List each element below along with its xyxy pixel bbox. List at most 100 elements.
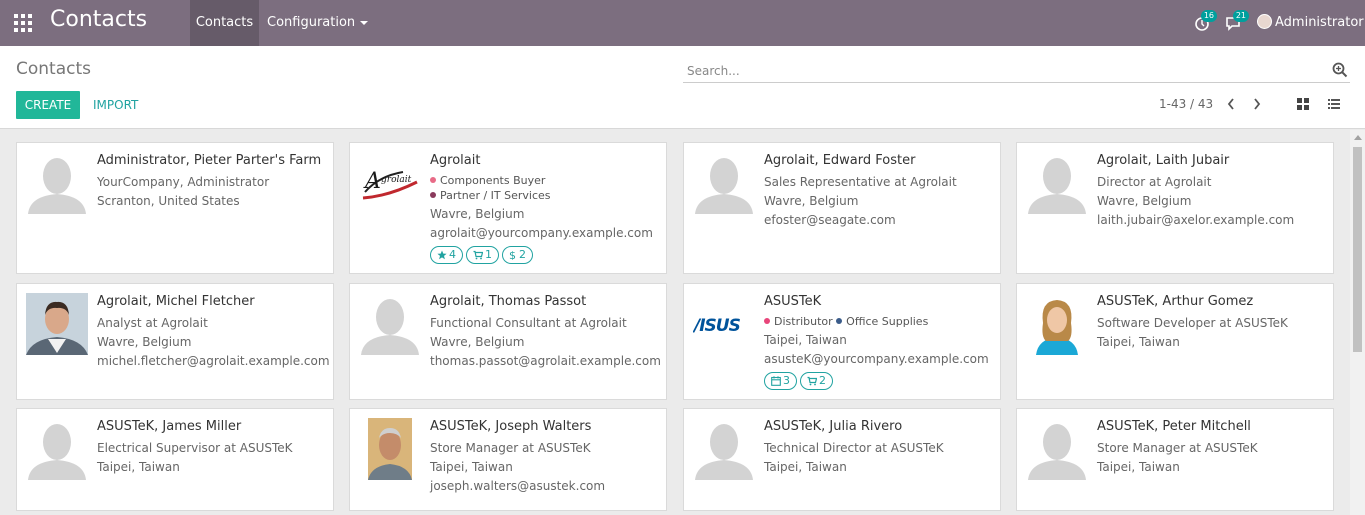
contact-detail: Wavre, Belgium xyxy=(430,207,525,221)
svg-text:$: $ xyxy=(509,250,516,260)
tag: Partner / IT Services xyxy=(430,188,660,203)
contact-name: ASUSTeK, James Miller xyxy=(97,419,242,434)
contact-detail: Taipei, Taiwan xyxy=(764,460,847,474)
pager-value[interactable]: 1-43 / 43 xyxy=(1159,97,1213,111)
contact-detail: Taipei, Taiwan xyxy=(764,333,847,347)
chevron-right-icon[interactable] xyxy=(1252,97,1264,111)
contact-card[interactable]: Agrolait Agrolait Components Buyer Partn… xyxy=(349,142,667,274)
contact-detail: Software Developer at ASUSTeK xyxy=(1097,316,1288,330)
sales-pill[interactable]: 2 xyxy=(800,372,833,390)
contact-detail: Wavre, Belgium xyxy=(97,335,192,349)
contact-detail: Electrical Supervisor at ASUSTeK xyxy=(97,441,293,455)
meetings-pill[interactable]: 3 xyxy=(764,372,797,390)
messages-icon[interactable]: 21 xyxy=(1225,10,1249,32)
contact-card[interactable]: Agrolait, Edward Foster Sales Representa… xyxy=(683,142,1001,274)
search-bar xyxy=(683,60,1350,83)
contact-email: asusteK@yourcompany.example.com xyxy=(764,352,989,366)
menu-configuration[interactable]: Configuration xyxy=(267,0,369,46)
top-navbar: Contacts Contacts Configuration 16 21 Ad… xyxy=(0,0,1365,46)
contact-card[interactable]: ASUSTeK, Julia Rivero Technical Director… xyxy=(683,408,1001,511)
tag-label: Distributor xyxy=(774,315,833,328)
tag-dot xyxy=(836,318,843,324)
caret-down-icon xyxy=(360,20,369,25)
svg-text:/ISUS: /ISUS xyxy=(693,316,741,336)
default-avatar-icon xyxy=(693,152,755,214)
cart-icon xyxy=(473,250,484,260)
kanban-grid: Administrator, Pieter Parter's Farm Your… xyxy=(0,130,1350,515)
contact-detail: Wavre, Belgium xyxy=(764,194,859,208)
control-panel: Contacts CREATE IMPORT 1-43 / 43 xyxy=(0,46,1365,129)
page-title: Contacts xyxy=(16,59,91,79)
contact-card[interactable]: Agrolait, Thomas Passot Functional Consu… xyxy=(349,283,667,400)
search-icon[interactable] xyxy=(1332,62,1348,78)
default-avatar-icon xyxy=(1026,418,1088,480)
contact-name: Agrolait, Michel Fletcher xyxy=(97,294,255,309)
tag-dot xyxy=(430,177,436,183)
sales-pill[interactable]: 1 xyxy=(466,246,499,264)
list-view-icon[interactable] xyxy=(1328,98,1340,110)
contact-email: efoster@seagate.com xyxy=(764,213,896,227)
contact-detail: Director at Agrolait xyxy=(1097,175,1212,189)
contact-detail: Taipei, Taiwan xyxy=(430,460,513,474)
contact-photo xyxy=(359,418,421,480)
import-button[interactable]: IMPORT xyxy=(93,91,138,119)
contact-card[interactable]: Administrator, Pieter Parter's Farm Your… xyxy=(16,142,334,274)
scroll-up-arrow-icon[interactable] xyxy=(1354,135,1362,140)
contact-photo xyxy=(1026,293,1088,355)
contact-card[interactable]: Agrolait, Michel Fletcher Analyst at Agr… xyxy=(16,283,334,400)
vertical-scrollbar[interactable] xyxy=(1350,130,1365,515)
apps-menu-icon[interactable] xyxy=(14,14,32,32)
svg-text:A: A xyxy=(363,169,381,194)
contact-card[interactable]: Agrolait, Laith Jubair Director at Agrol… xyxy=(1016,142,1334,274)
messages-badge: 21 xyxy=(1232,10,1249,22)
contact-email: laith.jubair@axelor.example.com xyxy=(1097,213,1295,227)
contact-card[interactable]: ASUSTeK, Peter Mitchell Store Manager at… xyxy=(1016,408,1334,511)
user-avatar xyxy=(1257,14,1272,29)
contact-detail: Analyst at Agrolait xyxy=(97,316,208,330)
default-avatar-icon xyxy=(26,152,88,214)
default-avatar-icon xyxy=(26,418,88,480)
user-menu[interactable]: Administrator xyxy=(1257,14,1364,30)
stat-pills: 32 xyxy=(764,372,994,390)
contact-name: ASUSTeK, Joseph Walters xyxy=(430,419,592,434)
contact-name: ASUSTeK, Julia Rivero xyxy=(764,419,903,434)
contact-detail: Store Manager at ASUSTeK xyxy=(1097,441,1258,455)
tag-dot xyxy=(764,318,770,324)
contact-photo xyxy=(26,293,88,355)
scrollbar-thumb[interactable] xyxy=(1353,147,1362,352)
invoiced-pill[interactable]: $2 xyxy=(502,246,533,264)
tag-label: Components Buyer xyxy=(440,174,546,187)
contact-name: Agrolait xyxy=(430,153,481,168)
contact-name: ASUSTeK, Arthur Gomez xyxy=(1097,294,1254,309)
opportunities-pill[interactable]: 4 xyxy=(430,246,463,264)
contact-card[interactable]: ASUSTeK, Arthur Gomez Software Developer… xyxy=(1016,283,1334,400)
contact-detail: Functional Consultant at Agrolait xyxy=(430,316,627,330)
contact-card[interactable]: ASUSTeK, James Miller Electrical Supervi… xyxy=(16,408,334,511)
create-button[interactable]: CREATE xyxy=(16,91,80,119)
svg-text:grolait: grolait xyxy=(381,175,412,185)
contact-card[interactable]: ASUSTeK, Joseph Walters Store Manager at… xyxy=(349,408,667,511)
contact-name: ASUSTeK xyxy=(764,294,822,309)
tag-row: Distributor Office Supplies xyxy=(764,314,994,329)
contact-detail: Wavre, Belgium xyxy=(430,335,525,349)
menu-contacts[interactable]: Contacts xyxy=(190,0,259,46)
kanban-view-icon[interactable] xyxy=(1297,98,1309,110)
chevron-left-icon[interactable] xyxy=(1226,97,1238,111)
contact-email: thomas.passot@agrolait.example.com xyxy=(430,354,661,368)
menu-configuration-label: Configuration xyxy=(267,15,356,30)
contact-name: Agrolait, Thomas Passot xyxy=(430,294,587,309)
contact-card[interactable]: /ISUS ASUSTeK Distributor Office Supplie… xyxy=(683,283,1001,400)
contact-name: Agrolait, Laith Jubair xyxy=(1097,153,1230,168)
activity-badge: 16 xyxy=(1200,10,1217,22)
contact-name: Agrolait, Edward Foster xyxy=(764,153,916,168)
contact-detail: Wavre, Belgium xyxy=(1097,194,1192,208)
contact-email: joseph.walters@asustek.com xyxy=(430,479,606,493)
calendar-icon xyxy=(771,376,781,386)
contact-detail: YourCompany, Administrator xyxy=(97,175,270,189)
activity-icon[interactable]: 16 xyxy=(1193,10,1217,32)
pill-value: 1 xyxy=(485,248,492,261)
star-icon xyxy=(437,250,447,260)
user-name: Administrator xyxy=(1275,15,1364,30)
search-input[interactable] xyxy=(683,60,1283,82)
app-brand[interactable]: Contacts xyxy=(50,7,147,32)
